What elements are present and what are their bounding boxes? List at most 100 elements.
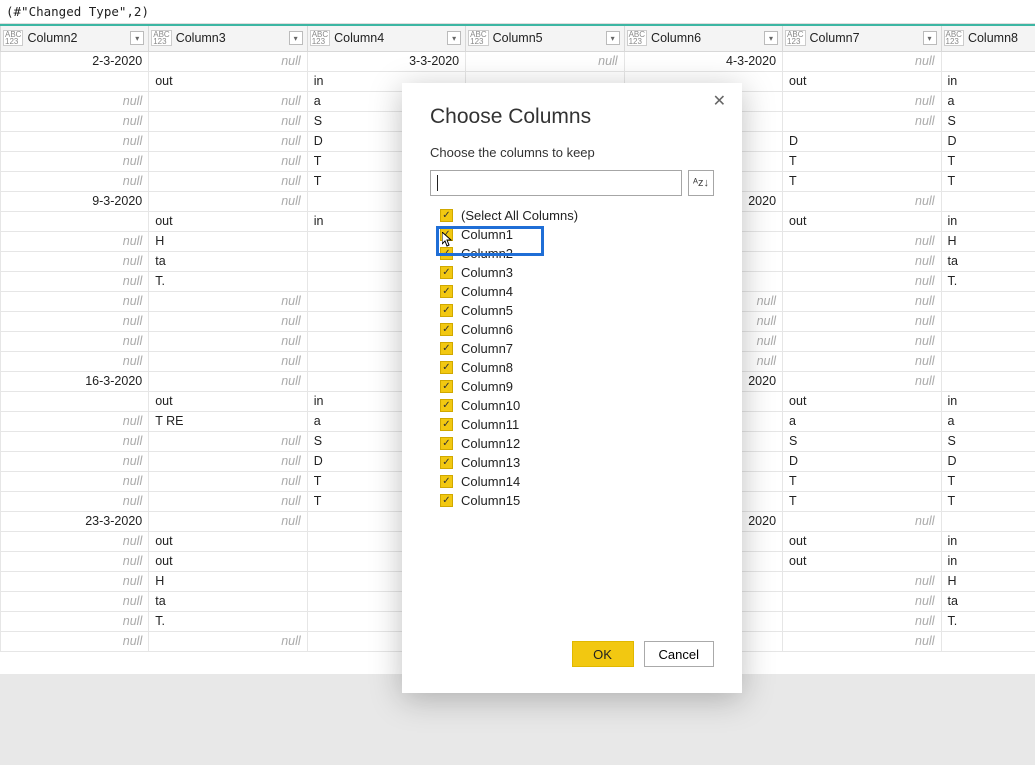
table-cell[interactable]: out (149, 71, 307, 91)
table-cell[interactable]: null (1, 351, 149, 371)
table-cell[interactable]: D (941, 131, 1035, 151)
table-cell[interactable] (941, 631, 1035, 651)
table-cell[interactable]: null (783, 51, 941, 71)
table-cell[interactable]: ta (149, 251, 307, 271)
table-cell[interactable]: null (783, 291, 941, 311)
table-cell[interactable]: null (1, 491, 149, 511)
table-cell[interactable]: D (941, 451, 1035, 471)
table-cell[interactable]: null (1, 451, 149, 471)
table-cell[interactable]: null (783, 271, 941, 291)
table-cell[interactable] (941, 351, 1035, 371)
table-cell[interactable] (941, 331, 1035, 351)
filter-dropdown-icon[interactable]: ▾ (447, 31, 461, 45)
table-cell[interactable]: null (783, 511, 941, 531)
table-cell[interactable]: null (149, 111, 307, 131)
checkbox-icon[interactable]: ✓ (440, 323, 453, 336)
table-cell[interactable]: out (149, 551, 307, 571)
filter-dropdown-icon[interactable]: ▾ (923, 31, 937, 45)
table-cell[interactable]: 4-3-2020 (624, 51, 782, 71)
table-cell[interactable]: null (783, 251, 941, 271)
table-cell[interactable]: null (783, 631, 941, 651)
table-cell[interactable]: null (1, 171, 149, 191)
table-cell[interactable]: out (783, 71, 941, 91)
table-cell[interactable]: ta (941, 591, 1035, 611)
table-cell[interactable]: null (1, 331, 149, 351)
column-checkbox-row[interactable]: ✓Column8 (430, 358, 714, 377)
table-cell[interactable]: null (149, 171, 307, 191)
table-cell[interactable]: null (149, 371, 307, 391)
table-cell[interactable]: null (1, 311, 149, 331)
table-cell[interactable]: null (1, 431, 149, 451)
table-cell[interactable]: null (783, 571, 941, 591)
table-cell[interactable]: null (149, 291, 307, 311)
table-cell[interactable]: ta (941, 251, 1035, 271)
table-cell[interactable]: null (783, 191, 941, 211)
table-cell[interactable]: null (1, 471, 149, 491)
checkbox-icon[interactable]: ✓ (440, 399, 453, 412)
cancel-button[interactable]: Cancel (644, 641, 714, 667)
table-cell[interactable]: null (149, 51, 307, 71)
table-cell[interactable]: T. (149, 271, 307, 291)
checkbox-icon[interactable]: ✓ (440, 361, 453, 374)
table-cell[interactable]: null (149, 491, 307, 511)
table-cell[interactable]: H (149, 571, 307, 591)
table-cell[interactable]: 2-3-2020 (1, 51, 149, 71)
table-cell[interactable]: null (149, 151, 307, 171)
table-cell[interactable] (1, 391, 149, 411)
table-cell[interactable]: T (941, 471, 1035, 491)
table-cell[interactable]: a (783, 411, 941, 431)
table-cell[interactable]: 19 (941, 371, 1035, 391)
column-header[interactable]: ABC123Column3▾ (149, 25, 307, 51)
table-cell[interactable]: 26 (941, 511, 1035, 531)
table-cell[interactable]: H (941, 571, 1035, 591)
column-checkbox-row[interactable]: ✓Column5 (430, 301, 714, 320)
select-all-row[interactable]: ✓ (Select All Columns) (430, 206, 714, 225)
close-icon[interactable]: ✕ (707, 89, 732, 113)
table-cell[interactable]: null (1, 151, 149, 171)
table-cell[interactable]: null (149, 311, 307, 331)
table-cell[interactable]: null (1, 271, 149, 291)
table-cell[interactable]: T RE (149, 411, 307, 431)
filter-dropdown-icon[interactable]: ▾ (289, 31, 303, 45)
table-cell[interactable]: null (149, 511, 307, 531)
table-cell[interactable]: T. (941, 611, 1035, 631)
checkbox-icon[interactable]: ✓ (440, 266, 453, 279)
table-cell[interactable]: out (783, 391, 941, 411)
checkbox-icon[interactable]: ✓ (440, 494, 453, 507)
table-cell[interactable]: null (1, 231, 149, 251)
column-checkbox-row[interactable]: ✓Column11 (430, 415, 714, 434)
table-cell[interactable]: a (941, 91, 1035, 111)
checkbox-icon[interactable]: ✓ (440, 418, 453, 431)
table-cell[interactable] (1, 71, 149, 91)
table-cell[interactable]: null (1, 291, 149, 311)
table-cell[interactable]: 12 (941, 191, 1035, 211)
column-header[interactable]: ABC123Column8▾ (941, 25, 1035, 51)
table-cell[interactable]: null (1, 131, 149, 151)
column-checkbox-row[interactable]: ✓Column7 (430, 339, 714, 358)
table-cell[interactable] (941, 291, 1035, 311)
table-cell[interactable]: null (149, 631, 307, 651)
ok-button[interactable]: OK (572, 641, 634, 667)
table-cell[interactable]: null (149, 191, 307, 211)
checkbox-icon[interactable]: ✓ (440, 209, 453, 222)
table-cell[interactable]: out (149, 531, 307, 551)
table-cell[interactable]: null (783, 111, 941, 131)
table-cell[interactable]: 16-3-2020 (1, 371, 149, 391)
table-cell[interactable]: null (1, 631, 149, 651)
table-cell[interactable]: null (783, 91, 941, 111)
checkbox-icon[interactable]: ✓ (440, 456, 453, 469)
table-cell[interactable]: T. (941, 271, 1035, 291)
table-cell[interactable]: S (783, 431, 941, 451)
table-cell[interactable]: T (783, 151, 941, 171)
table-cell[interactable]: ta (149, 591, 307, 611)
table-cell[interactable]: D (783, 451, 941, 471)
table-cell[interactable]: null (149, 351, 307, 371)
filter-dropdown-icon[interactable]: ▾ (130, 31, 144, 45)
table-cell[interactable]: S (941, 111, 1035, 131)
table-cell[interactable] (941, 51, 1035, 71)
filter-dropdown-icon[interactable]: ▾ (764, 31, 778, 45)
column-header[interactable]: ABC123Column5▾ (466, 25, 624, 51)
table-cell[interactable]: null (1, 571, 149, 591)
column-checkbox-row[interactable]: ✓Column15 (430, 491, 714, 510)
table-cell[interactable]: out (783, 531, 941, 551)
